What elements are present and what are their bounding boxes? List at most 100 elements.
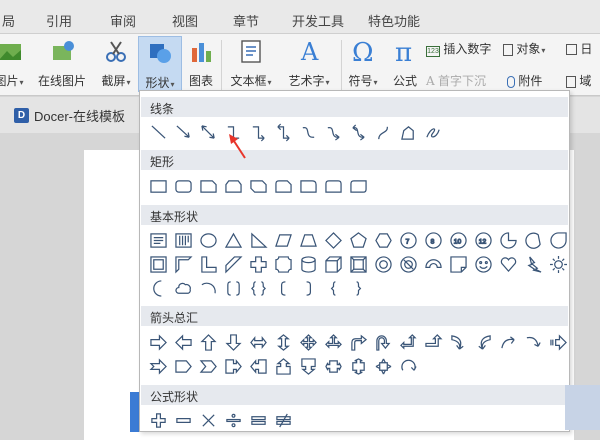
insert-number-button[interactable]: 123 插入数字 — [426, 40, 491, 57]
chord-shape-button[interactable] — [522, 229, 544, 251]
cloud-shape-button[interactable] — [172, 277, 194, 299]
tab-view[interactable]: 视图 — [172, 11, 198, 30]
up-arrow-callout-shape-button[interactable] — [272, 355, 294, 377]
chevron-shape-button[interactable] — [197, 355, 219, 377]
equal-shape-button[interactable] — [247, 409, 269, 431]
online-picture-button[interactable]: 在线图片 — [36, 38, 88, 89]
cube-shape-button[interactable] — [322, 253, 344, 275]
symbol-button[interactable]: Ω 符号▾ — [344, 38, 382, 89]
tab-developer[interactable]: 开发工具 — [292, 11, 344, 30]
diagonal-stripe-shape-button[interactable] — [222, 253, 244, 275]
round-single-corner-shape-button[interactable] — [297, 175, 319, 197]
multiply-shape-button[interactable] — [197, 409, 219, 431]
object-button[interactable]: 对象▾ — [503, 40, 545, 57]
scribble-shape-button[interactable] — [422, 121, 444, 143]
teardrop-shape-button[interactable] — [547, 229, 569, 251]
field-button[interactable]: 域 — [566, 72, 591, 89]
tab-references[interactable]: 引用 — [46, 11, 72, 30]
block-arc-shape-button[interactable] — [422, 253, 444, 275]
shape-button[interactable]: 形状▾ — [138, 36, 182, 92]
arc-shape-button[interactable] — [197, 277, 219, 299]
quad-arrow-callout-shape-button[interactable] — [372, 355, 394, 377]
heart-shape-button[interactable] — [497, 253, 519, 275]
smiley-shape-button[interactable] — [472, 253, 494, 275]
can-shape-button[interactable] — [297, 253, 319, 275]
tab-section[interactable]: 章节 — [233, 11, 259, 30]
text-box-shape-button[interactable] — [147, 229, 169, 251]
pie-shape-button[interactable] — [497, 229, 519, 251]
frame-shape-button[interactable] — [147, 253, 169, 275]
moon-shape-button[interactable] — [147, 277, 169, 299]
snip-same-side-shape-button[interactable] — [222, 175, 244, 197]
vertical-text-box-shape-button[interactable] — [172, 229, 194, 251]
down-arrow-shape-button[interactable] — [222, 331, 244, 353]
left-right-arrow-callout-shape-button[interactable] — [322, 355, 344, 377]
right-triangle-shape-button[interactable] — [247, 229, 269, 251]
dodecagon-shape-button[interactable]: 12 — [472, 229, 494, 251]
hexagon-shape-button[interactable] — [372, 229, 394, 251]
attachment-button[interactable]: 附件 — [507, 72, 542, 89]
formula-button[interactable]: π 公式 — [388, 38, 422, 89]
line-shape-button[interactable] — [147, 121, 169, 143]
snip-single-corner-shape-button[interactable] — [197, 175, 219, 197]
down-arrow-callout-shape-button[interactable] — [297, 355, 319, 377]
curved-left-arrow-shape-button[interactable] — [472, 331, 494, 353]
right-bracket-shape-button[interactable] — [297, 277, 319, 299]
sun-shape-button[interactable] — [547, 253, 569, 275]
l-shape-shape-button[interactable] — [197, 253, 219, 275]
u-turn-arrow-shape-button[interactable] — [372, 331, 394, 353]
up-down-arrow-callout-shape-button[interactable] — [347, 355, 369, 377]
tab-layout[interactable]: 局 — [2, 11, 15, 30]
picture-button[interactable]: 图片▾ — [0, 38, 26, 89]
rectangle-shape-button[interactable] — [147, 175, 169, 197]
rounded-rectangle-shape-button[interactable] — [172, 175, 194, 197]
double-brace-shape-button[interactable] — [247, 277, 269, 299]
right-arrow-callout-shape-button[interactable] — [222, 355, 244, 377]
freeform-shape-button[interactable] — [397, 121, 419, 143]
not-equal-shape-button[interactable] — [272, 409, 294, 431]
striped-right-arrow-shape-button[interactable] — [547, 331, 569, 353]
cross-shape-button[interactable] — [247, 253, 269, 275]
arrow-line-shape-button[interactable] — [172, 121, 194, 143]
curved-right-arrow-shape-button[interactable] — [447, 331, 469, 353]
snip-diagonal-shape-button[interactable] — [247, 175, 269, 197]
bent-up-arrow-shape-button[interactable] — [422, 331, 444, 353]
pentagon-shape-button[interactable] — [347, 229, 369, 251]
circular-arrow-shape-button[interactable] — [397, 355, 419, 377]
divide-shape-button[interactable] — [222, 409, 244, 431]
elbow-double-arrow-connector-shape-button[interactable] — [272, 121, 294, 143]
double-arrow-line-shape-button[interactable] — [197, 121, 219, 143]
art-text-button[interactable]: A 艺术字▾ — [282, 38, 336, 89]
textbox-button[interactable]: 文本框▾ — [226, 38, 276, 89]
up-arrow-shape-button[interactable] — [197, 331, 219, 353]
curved-up-arrow-shape-button[interactable] — [497, 331, 519, 353]
screenshot-button[interactable]: 截屏▾ — [96, 38, 136, 89]
parallelogram-shape-button[interactable] — [272, 229, 294, 251]
minus-shape-button[interactable] — [172, 409, 194, 431]
left-bracket-shape-button[interactable] — [272, 277, 294, 299]
diamond-shape-button[interactable] — [322, 229, 344, 251]
date-button[interactable]: 日 — [566, 40, 592, 57]
bevel-shape-button[interactable] — [347, 253, 369, 275]
decagon-shape-button[interactable]: 10 — [447, 229, 469, 251]
triangle-shape-button[interactable] — [222, 229, 244, 251]
pentagon-arrow-shape-button[interactable] — [172, 355, 194, 377]
docer-template-tab[interactable]: D Docer-在线模板 — [14, 106, 125, 125]
plaque-shape-button[interactable] — [272, 253, 294, 275]
folded-corner-shape-button[interactable] — [447, 253, 469, 275]
left-arrow-callout-shape-button[interactable] — [247, 355, 269, 377]
left-arrow-shape-button[interactable] — [172, 331, 194, 353]
trapezoid-shape-button[interactable] — [297, 229, 319, 251]
left-right-arrow-shape-button[interactable] — [247, 331, 269, 353]
right-brace-shape-button[interactable] — [347, 277, 369, 299]
tab-special-features[interactable]: 特色功能 — [368, 11, 420, 30]
no-symbol-shape-button[interactable] — [397, 253, 419, 275]
curved-arrow-connector-shape-button[interactable] — [322, 121, 344, 143]
curved-connector-shape-button[interactable] — [297, 121, 319, 143]
chart-button[interactable]: 图表 — [186, 38, 216, 89]
snip-round-shape-button[interactable] — [272, 175, 294, 197]
oval-shape-button[interactable] — [197, 229, 219, 251]
left-right-up-arrow-shape-button[interactable] — [322, 331, 344, 353]
curved-double-arrow-connector-shape-button[interactable] — [347, 121, 369, 143]
curve-shape-button[interactable] — [372, 121, 394, 143]
